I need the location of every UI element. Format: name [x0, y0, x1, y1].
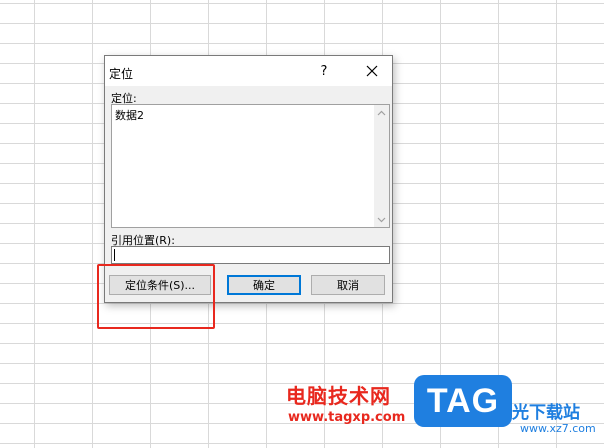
help-button[interactable]: ? [309, 56, 339, 86]
close-icon [366, 65, 378, 77]
cancel-button[interactable]: 取消 [311, 275, 385, 295]
watermark-site: 光下载站 [512, 403, 580, 423]
listbox-scrollbar[interactable] [374, 105, 389, 227]
goto-listbox[interactable]: 数据2 [111, 104, 390, 228]
close-button[interactable] [353, 56, 391, 86]
scroll-down-button[interactable] [374, 212, 389, 227]
dialog-title: 定位 [109, 67, 134, 81]
watermark-site-url: www.xz7.com [520, 422, 596, 435]
watermark-brand: 电脑技术网 [286, 384, 391, 408]
reference-input[interactable] [111, 246, 390, 264]
dialog-titlebar[interactable]: 定位 ? [105, 56, 392, 86]
watermark-url: www.tagxp.com [288, 410, 406, 425]
list-item[interactable]: 数据2 [115, 107, 144, 123]
ok-button[interactable]: 确定 [227, 275, 301, 295]
scroll-up-icon [377, 110, 386, 115]
text-caret [114, 249, 115, 261]
scroll-down-icon [377, 217, 386, 222]
highlight-box [97, 264, 215, 329]
watermark-logo: TAG [414, 375, 512, 427]
scroll-up-button[interactable] [374, 105, 389, 120]
